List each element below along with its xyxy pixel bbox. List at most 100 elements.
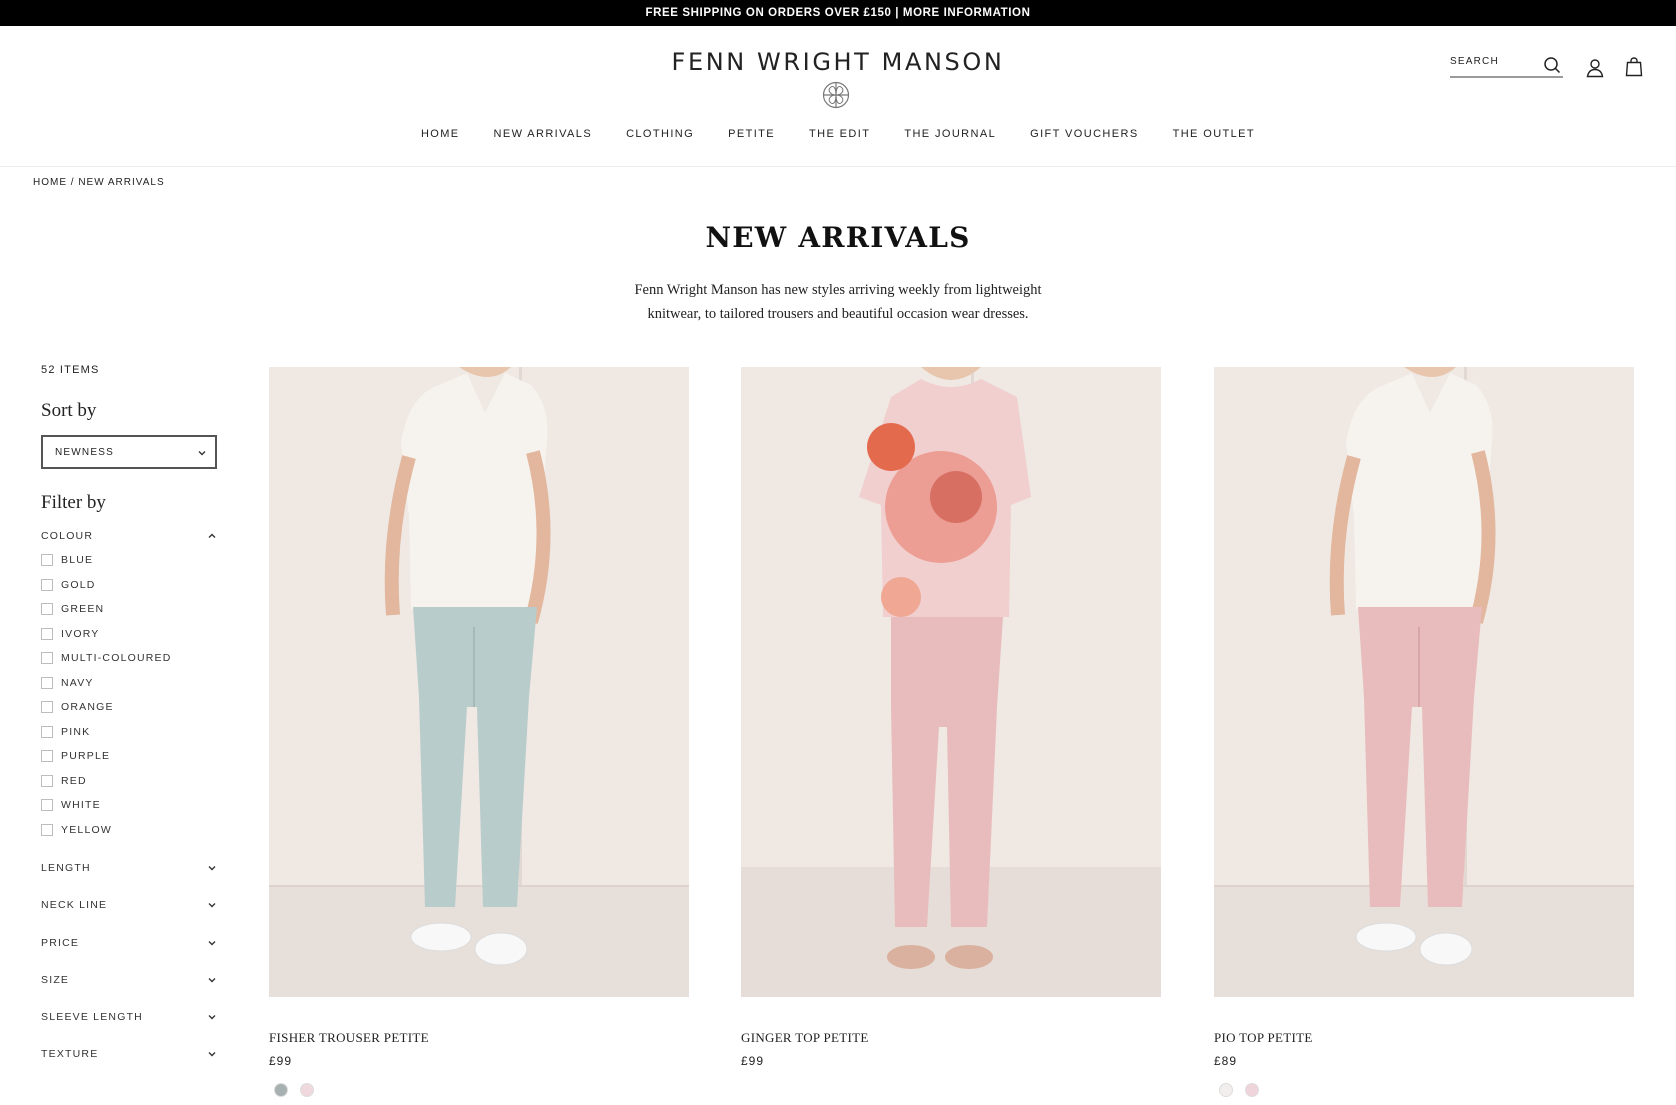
colour-option-multi-coloured[interactable]: MULTI-COLOURED	[41, 646, 172, 671]
product-name[interactable]: FISHER TROUSER PETITE	[269, 1030, 429, 1046]
product-price: £99	[269, 1054, 293, 1068]
filter-length-label: LENGTH	[41, 862, 91, 874]
filter-heading: Filter by	[41, 492, 106, 513]
nav-item-home[interactable]: HOME	[404, 128, 477, 140]
colour-option-navy[interactable]: NAVY	[41, 671, 172, 696]
page-intro: Fenn Wright Manson has new styles arrivi…	[634, 282, 1042, 322]
checkbox[interactable]	[41, 554, 53, 567]
checkbox[interactable]	[41, 603, 53, 616]
chevron-up-icon	[208, 533, 216, 538]
colour-option-yellow[interactable]: YELLOW	[41, 818, 172, 843]
colour-swatch[interactable]	[1245, 1083, 1259, 1097]
checkbox[interactable]	[41, 676, 53, 689]
bag-icon[interactable]	[1625, 57, 1643, 77]
filter-price-toggle[interactable]: PRICE	[41, 937, 217, 949]
items-count: 52 ITEMS	[41, 364, 100, 376]
nav-item-the-outlet[interactable]: THE OUTLET	[1156, 128, 1272, 140]
colour-label: IVORY	[61, 627, 100, 640]
colour-option-green[interactable]: GREEN	[41, 597, 172, 622]
colour-option-pink[interactable]: PINK	[41, 720, 172, 745]
filter-length-toggle[interactable]: LENGTH	[41, 862, 217, 874]
search-label: SEARCH	[1450, 56, 1499, 67]
checkbox[interactable]	[41, 823, 53, 836]
filter-sleeve-length-label: SLEEVE LENGTH	[41, 1011, 143, 1023]
checkbox[interactable]	[41, 578, 53, 591]
colour-label: GOLD	[61, 578, 96, 591]
colour-label: BLUE	[61, 554, 94, 567]
filter-neck-line-toggle[interactable]: NECK LINE	[41, 899, 217, 911]
product-image[interactable]	[1214, 367, 1634, 997]
promo-bar[interactable]: FREE SHIPPING ON ORDERS OVER £150 | MORE…	[0, 0, 1676, 26]
nav-item-clothing[interactable]: CLOTHING	[609, 128, 711, 140]
colour-label: PINK	[61, 725, 91, 738]
search-input[interactable]: SEARCH	[1450, 56, 1563, 78]
chevron-down-icon	[208, 866, 216, 871]
colour-option-purple[interactable]: PURPLE	[41, 744, 172, 769]
filter-neck-line-label: NECK LINE	[41, 899, 108, 911]
filter-texture-toggle[interactable]: TEXTURE	[41, 1048, 217, 1060]
product-price: £99	[741, 1054, 765, 1068]
colour-label: ORANGE	[61, 701, 114, 714]
site-logo[interactable]: FENN WRIGHT MANSON	[0, 48, 1676, 76]
nav-item-new-arrivals[interactable]: NEW ARRIVALS	[477, 128, 610, 140]
colour-swatches	[1219, 1083, 1271, 1097]
chevron-down-icon	[208, 1015, 216, 1020]
promo-text[interactable]: FREE SHIPPING ON ORDERS OVER £150 | MORE…	[645, 7, 1030, 19]
nav-item-petite[interactable]: PETITE	[711, 128, 792, 140]
product-card[interactable]: PIO TOP PETITE £89	[1214, 367, 1634, 1097]
filter-sleeve-length-toggle[interactable]: SLEEVE LENGTH	[41, 1011, 217, 1023]
chevron-down-icon	[208, 1052, 216, 1057]
checkbox[interactable]	[41, 725, 53, 738]
filter-size-label: SIZE	[41, 974, 70, 986]
colour-swatch[interactable]	[1219, 1083, 1233, 1097]
product-name[interactable]: GINGER TOP PETITE	[741, 1030, 869, 1046]
search-icon[interactable]	[1543, 56, 1561, 74]
product-image[interactable]	[269, 367, 689, 997]
colour-label: YELLOW	[61, 823, 112, 836]
colour-option-white[interactable]: WHITE	[41, 793, 172, 818]
site-header: FENN WRIGHT MANSON SEARCH HOME NEW ARRIV…	[0, 26, 1676, 167]
colour-label: NAVY	[61, 676, 94, 689]
checkbox[interactable]	[41, 652, 53, 665]
colour-option-ivory[interactable]: IVORY	[41, 622, 172, 647]
checkbox[interactable]	[41, 701, 53, 714]
colour-swatch[interactable]	[300, 1083, 314, 1097]
filter-texture-label: TEXTURE	[41, 1048, 99, 1060]
sort-select[interactable]: NEWNESS	[41, 435, 217, 469]
product-image[interactable]	[741, 367, 1161, 997]
page-title: NEW ARRIVALS	[705, 221, 971, 254]
checkbox[interactable]	[41, 774, 53, 787]
checkbox[interactable]	[41, 799, 53, 812]
nav-item-the-journal[interactable]: THE JOURNAL	[887, 128, 1013, 140]
chevron-down-icon	[208, 903, 216, 908]
colour-option-gold[interactable]: GOLD	[41, 573, 172, 598]
colour-option-orange[interactable]: ORANGE	[41, 695, 172, 720]
breadcrumb[interactable]: HOME / NEW ARRIVALS	[33, 177, 165, 188]
colour-option-red[interactable]: RED	[41, 769, 172, 794]
colour-option-blue[interactable]: BLUE	[41, 548, 172, 573]
sort-heading: Sort by	[41, 400, 97, 421]
chevron-down-icon	[208, 941, 216, 946]
colour-label: PURPLE	[61, 750, 111, 763]
colour-label: WHITE	[61, 799, 101, 812]
filter-colour-toggle[interactable]: COLOUR	[41, 530, 217, 542]
colour-swatch[interactable]	[274, 1083, 288, 1097]
product-card[interactable]: FISHER TROUSER PETITE £99	[269, 367, 689, 1097]
nav-item-the-edit[interactable]: THE EDIT	[792, 128, 887, 140]
colour-swatches	[274, 1083, 326, 1097]
colour-options: BLUE GOLD GREEN IVORY MULTI-COLOURED NAV…	[41, 548, 172, 842]
account-icon[interactable]	[1585, 58, 1605, 78]
product-name[interactable]: PIO TOP PETITE	[1214, 1030, 1313, 1046]
product-card[interactable]: GINGER TOP PETITE £99	[741, 367, 1161, 1068]
filter-size-toggle[interactable]: SIZE	[41, 974, 217, 986]
checkbox[interactable]	[41, 627, 53, 640]
chevron-down-icon	[198, 451, 206, 456]
nav-item-gift-vouchers[interactable]: GIFT VOUCHERS	[1013, 128, 1155, 140]
colour-label: RED	[61, 774, 87, 787]
sort-value: NEWNESS	[55, 447, 114, 458]
checkbox[interactable]	[41, 750, 53, 763]
colour-label: MULTI-COLOURED	[61, 652, 172, 665]
logo-emblem-icon	[822, 81, 850, 109]
model-wearing-top-image	[1214, 367, 1634, 997]
colour-label: GREEN	[61, 603, 105, 616]
